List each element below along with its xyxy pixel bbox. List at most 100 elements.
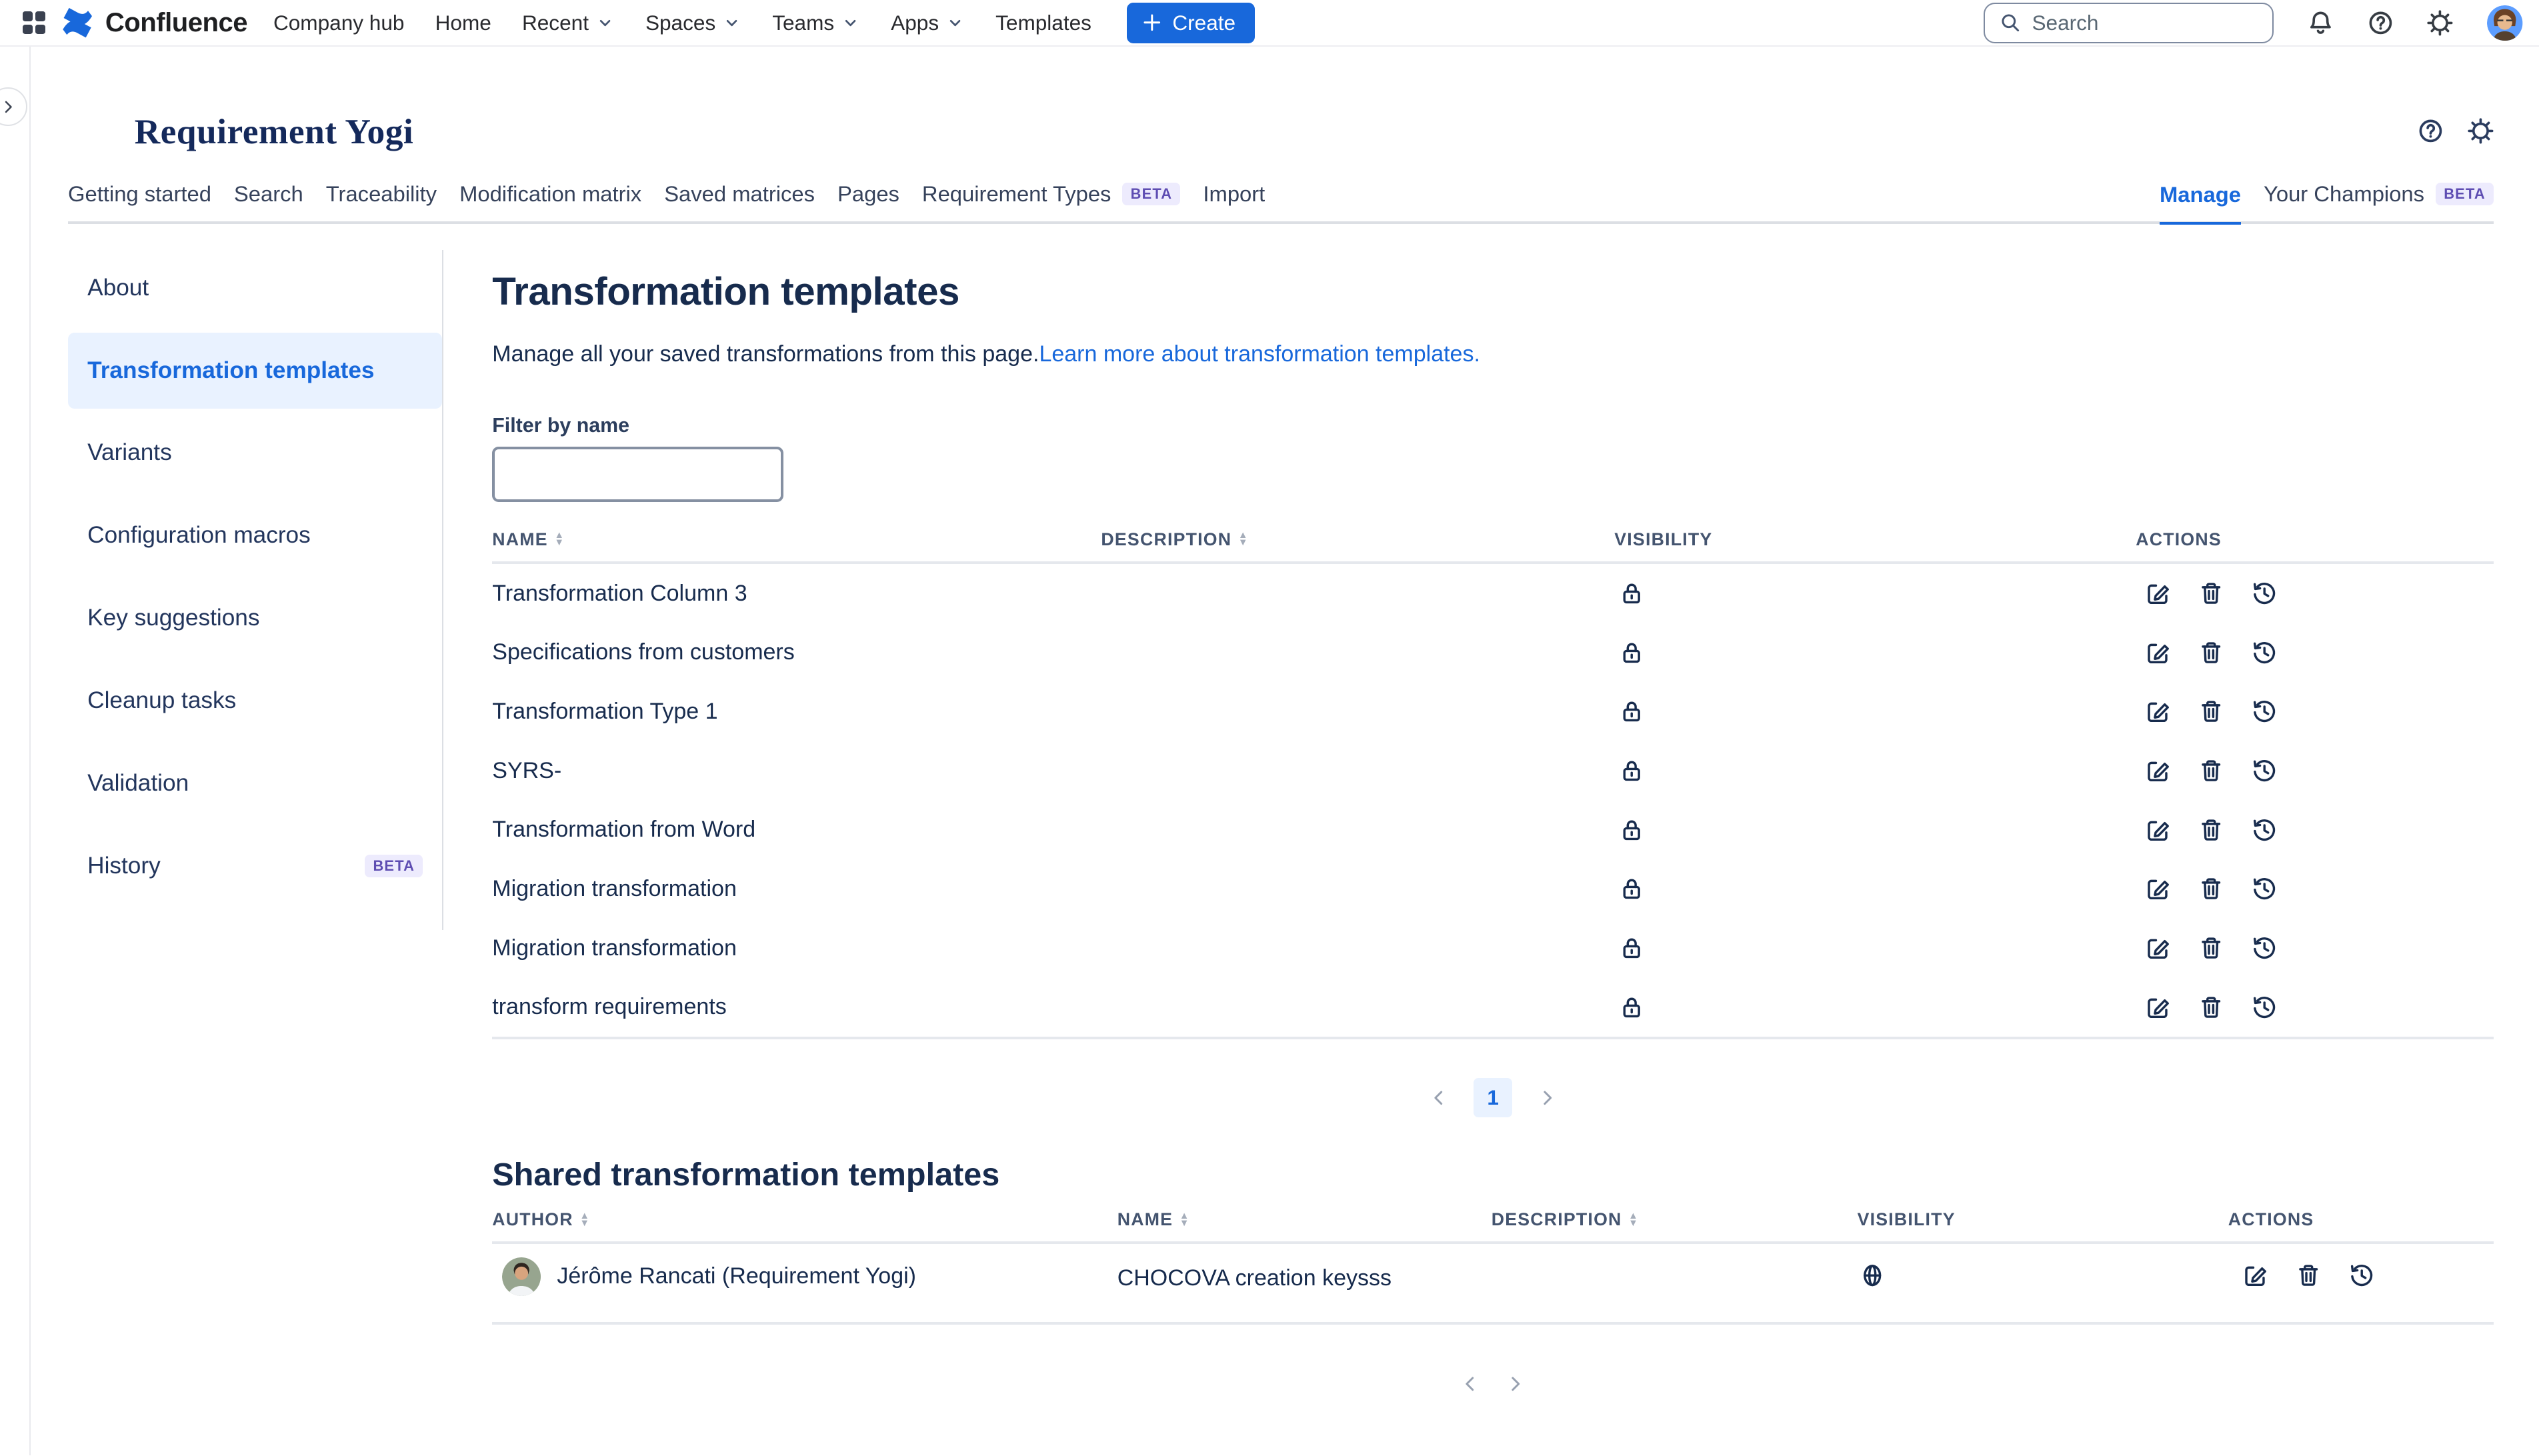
actions-cell bbox=[2136, 581, 2494, 605]
delete-icon[interactable] bbox=[2199, 877, 2223, 901]
column-header-name: NAME▲▼ bbox=[492, 529, 1101, 550]
nav-item-apps[interactable]: Apps bbox=[891, 11, 965, 35]
search-input[interactable] bbox=[2032, 11, 2226, 35]
edit-icon[interactable] bbox=[2243, 1263, 2267, 1287]
sort-icon[interactable]: ▲▼ bbox=[1628, 1213, 1639, 1227]
edit-icon[interactable] bbox=[2146, 641, 2170, 665]
sidebar-item-key-suggestions[interactable]: Key suggestions bbox=[68, 580, 442, 656]
lock-icon bbox=[1620, 641, 1644, 665]
product-name: Confluence bbox=[105, 8, 247, 38]
sort-icon[interactable]: ▲▼ bbox=[1179, 1213, 1190, 1227]
shared-pagination bbox=[492, 1373, 2494, 1395]
delete-icon[interactable] bbox=[2199, 818, 2223, 842]
sort-icon[interactable]: ▲▼ bbox=[554, 532, 565, 547]
tab-search[interactable]: Search bbox=[234, 181, 303, 221]
sidebar-item-validation[interactable]: Validation bbox=[68, 745, 442, 821]
history-icon[interactable] bbox=[2252, 699, 2276, 723]
next-page-icon[interactable] bbox=[1505, 1373, 1526, 1395]
nav-item-recent[interactable]: Recent bbox=[522, 11, 615, 35]
history-icon[interactable] bbox=[2252, 995, 2276, 1019]
nav-item-templates[interactable]: Templates bbox=[995, 11, 1091, 35]
beta-badge: BETA bbox=[365, 855, 423, 877]
app-help-icon[interactable] bbox=[2418, 118, 2444, 144]
nav-item-teams[interactable]: Teams bbox=[772, 11, 860, 35]
history-icon[interactable] bbox=[2252, 641, 2276, 665]
app-header-actions bbox=[2418, 118, 2494, 144]
app-switcher-button[interactable] bbox=[16, 5, 51, 41]
sidebar-item-transformation-templates[interactable]: Transformation templates bbox=[68, 333, 442, 409]
global-search[interactable] bbox=[1984, 3, 2274, 43]
delete-icon[interactable] bbox=[2199, 641, 2223, 665]
tab-pages[interactable]: Pages bbox=[837, 181, 899, 221]
nav-item-home[interactable]: Home bbox=[435, 11, 491, 35]
delete-icon[interactable] bbox=[2199, 581, 2223, 605]
edit-icon[interactable] bbox=[2146, 759, 2170, 783]
edit-icon[interactable] bbox=[2146, 936, 2170, 960]
tab-traceability[interactable]: Traceability bbox=[326, 181, 437, 221]
history-icon[interactable] bbox=[2252, 759, 2276, 783]
tab-manage[interactable]: Manage bbox=[2160, 182, 2241, 225]
edit-icon[interactable] bbox=[2146, 699, 2170, 723]
table-row: SYRS- bbox=[492, 741, 2494, 801]
sidebar-item-configuration-macros[interactable]: Configuration macros bbox=[68, 497, 442, 573]
nav-item-company-hub[interactable]: Company hub bbox=[273, 11, 405, 35]
delete-icon[interactable] bbox=[2199, 759, 2223, 783]
tab-modification-matrix[interactable]: Modification matrix bbox=[459, 181, 641, 221]
shared-templates-title: Shared transformation templates bbox=[492, 1156, 2494, 1193]
sort-icon[interactable]: ▲▼ bbox=[579, 1213, 590, 1227]
edit-icon[interactable] bbox=[2146, 581, 2170, 605]
delete-icon[interactable] bbox=[2296, 1263, 2320, 1287]
delete-icon[interactable] bbox=[2199, 995, 2223, 1019]
confluence-brand[interactable]: Confluence bbox=[58, 3, 247, 42]
app-header: Requirement Yogi bbox=[68, 102, 2494, 160]
help-icon[interactable] bbox=[2368, 10, 2394, 36]
chevron-down-icon bbox=[841, 13, 860, 33]
create-button[interactable]: Create bbox=[1127, 3, 1255, 43]
tab-your-champions[interactable]: Your ChampionsBETA bbox=[2264, 181, 2494, 221]
app-settings-gear-icon[interactable] bbox=[2468, 118, 2494, 144]
next-page-icon[interactable] bbox=[1537, 1087, 1558, 1109]
sidebar-item-history[interactable]: HistoryBETA bbox=[68, 828, 442, 904]
tab-requirement-types[interactable]: Requirement TypesBETA bbox=[922, 181, 1181, 221]
shared-table-body: Jérôme Rancati (Requirement Yogi) CHOCOV… bbox=[492, 1244, 2494, 1325]
history-icon[interactable] bbox=[2252, 936, 2276, 960]
tab-saved-matrices[interactable]: Saved matrices bbox=[664, 181, 815, 221]
lock-icon bbox=[1620, 581, 1644, 605]
history-icon[interactable] bbox=[2350, 1263, 2374, 1287]
previous-page-icon[interactable] bbox=[1460, 1373, 1481, 1395]
learn-more-link[interactable]: Learn more about transformation template… bbox=[1039, 341, 1480, 367]
sidebar-item-cleanup-tasks[interactable]: Cleanup tasks bbox=[68, 663, 442, 739]
author-name: Jérôme Rancati (Requirement Yogi) bbox=[557, 1263, 916, 1289]
template-name: SYRS- bbox=[492, 758, 1101, 784]
page-number-button[interactable]: 1 bbox=[1474, 1078, 1512, 1117]
actions-cell bbox=[2136, 818, 2494, 842]
templates-table-body: Transformation Column 3 Specifications f… bbox=[492, 564, 2494, 1039]
history-icon[interactable] bbox=[2252, 818, 2276, 842]
user-avatar[interactable] bbox=[2487, 5, 2522, 41]
column-header-description: DESCRIPTION▲▼ bbox=[1101, 529, 1614, 550]
author-avatar[interactable] bbox=[502, 1257, 541, 1296]
settings-gear-icon[interactable] bbox=[2427, 10, 2453, 36]
sidebar-item-variants[interactable]: Variants bbox=[68, 415, 442, 491]
table-row: Transformation from Word bbox=[492, 800, 2494, 859]
tab-import[interactable]: Import bbox=[1203, 181, 1265, 221]
delete-icon[interactable] bbox=[2199, 699, 2223, 723]
history-icon[interactable] bbox=[2252, 581, 2276, 605]
sort-icon[interactable]: ▲▼ bbox=[1238, 532, 1249, 547]
tab-getting-started[interactable]: Getting started bbox=[68, 181, 211, 221]
globe-icon bbox=[1860, 1263, 1884, 1287]
confluence-top-nav: Confluence Company hub Home Recent Space… bbox=[0, 0, 2539, 47]
nav-item-spaces[interactable]: Spaces bbox=[645, 11, 741, 35]
confluence-logo-icon bbox=[58, 3, 97, 42]
history-icon[interactable] bbox=[2252, 877, 2276, 901]
visibility-cell bbox=[1858, 1257, 2228, 1288]
delete-icon[interactable] bbox=[2199, 936, 2223, 960]
sidebar-item-about[interactable]: About bbox=[68, 250, 442, 326]
chevron-down-icon bbox=[722, 13, 741, 33]
filter-by-name-input[interactable] bbox=[492, 447, 783, 502]
notifications-bell-icon[interactable] bbox=[2308, 10, 2334, 36]
previous-page-icon[interactable] bbox=[1428, 1087, 1450, 1109]
edit-icon[interactable] bbox=[2146, 995, 2170, 1019]
edit-icon[interactable] bbox=[2146, 818, 2170, 842]
edit-icon[interactable] bbox=[2146, 877, 2170, 901]
